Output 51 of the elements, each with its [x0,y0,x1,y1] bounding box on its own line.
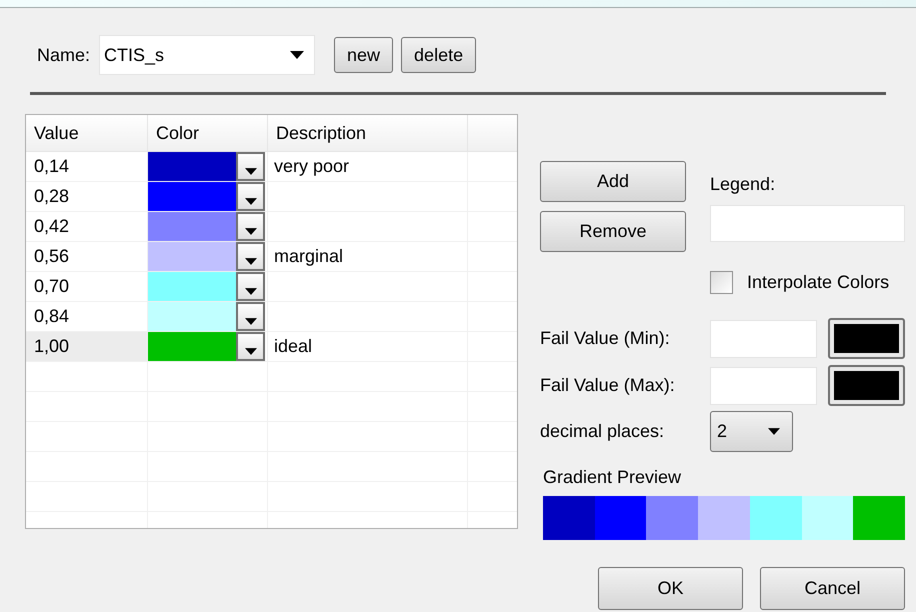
caret-icon [244,228,256,235]
table-cell-text: ideal [274,335,312,358]
fail-value-label: Fail Value (Max): [540,374,676,397]
table-row[interactable]: 1,00 ideal [26,332,517,362]
caret-icon [290,51,304,59]
checkbox-label: Interpolate Colors [747,271,890,294]
caret-icon [244,258,256,265]
caret-icon [768,428,780,435]
caret-icon [244,198,256,205]
table-cell-text: very poor [274,155,350,178]
table-row[interactable]: 0,70 [26,272,517,302]
table-row[interactable]: 0,42 [26,212,517,242]
fail-value-label: Fail Value (Min): [540,327,671,350]
color-dropdown-button[interactable] [236,182,265,211]
dialog-button[interactable]: OK [598,567,743,610]
table-row[interactable]: 0,28 [26,182,517,212]
dialog-button[interactable]: Cancel [760,567,905,610]
color-dropdown-button[interactable] [236,302,265,331]
column-header[interactable]: Value [26,115,148,151]
color-dropdown-button[interactable] [236,272,265,301]
name-label: Name: [37,44,90,66]
column-header[interactable]: Description [268,115,468,151]
caret-icon [244,348,256,355]
caret-icon [244,288,256,295]
name-dropdown[interactable]: CTIS_s [99,35,316,75]
color-dropdown-button[interactable] [236,332,265,361]
caret-icon [244,168,256,175]
toolbar-button[interactable]: new [334,37,394,73]
caret-icon [244,318,256,325]
table-row[interactable]: 0,56 marginal [26,242,517,272]
decimal-places-dropdown[interactable]: 2 [710,411,793,452]
color-button[interactable] [828,318,905,359]
legend-field[interactable] [710,205,905,242]
decimal-places-label: decimal places: [540,420,666,443]
legend-label: Legend: [710,173,776,196]
column-header[interactable]: Color [148,115,268,151]
checkbox[interactable] [710,271,733,294]
table-cell: 1,00 [26,332,148,361]
color-button[interactable] [828,365,905,406]
row-button[interactable]: Remove [540,211,686,252]
color-dropdown-button[interactable] [236,212,265,241]
toolbar-button[interactable]: delete [401,37,476,73]
fail-value-field[interactable] [710,320,817,358]
fail-value-field[interactable] [710,366,817,404]
color-dropdown-button[interactable] [236,242,265,271]
table-row[interactable]: 0,84 [26,302,517,332]
gradient-preview-label: Gradient Preview [543,466,682,489]
color-dropdown-button[interactable] [236,152,265,181]
row-button[interactable]: Add [540,161,686,202]
table-cell-text: marginal [274,245,344,268]
table-row[interactable]: 0,14 very poor [26,152,517,182]
